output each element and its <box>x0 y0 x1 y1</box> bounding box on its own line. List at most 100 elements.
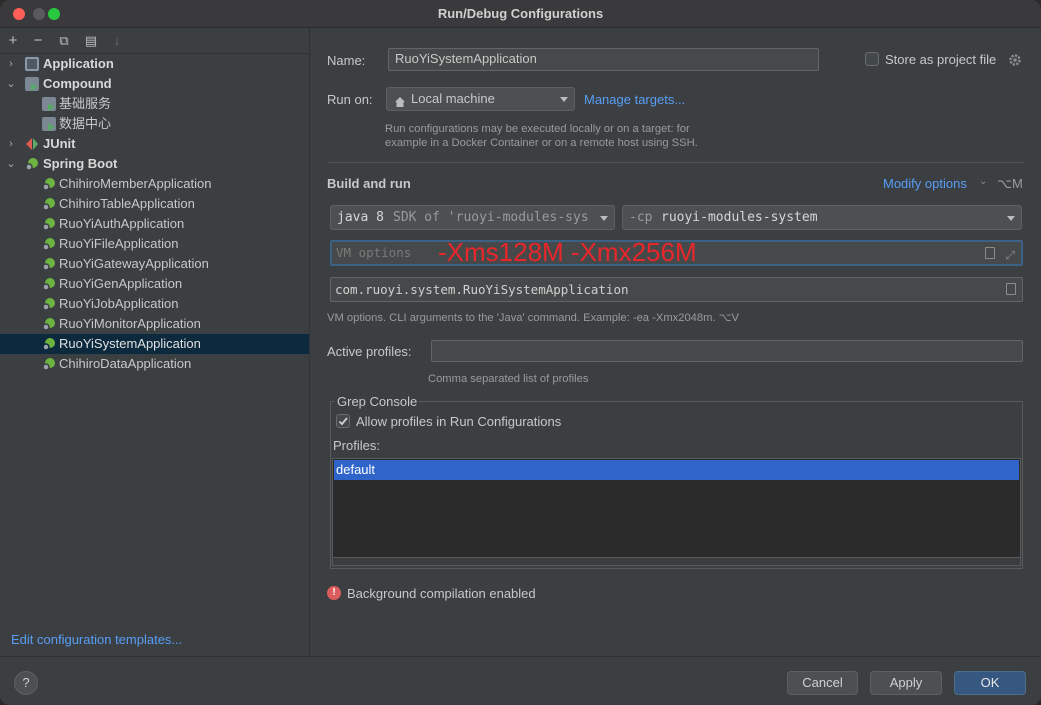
tree-item-spring-boot[interactable]: ChihiroMemberApplication <box>0 174 309 194</box>
main-class-value: com.ruoyi.system.RuoYiSystemApplication <box>335 282 629 297</box>
spring-boot-icon <box>42 297 56 311</box>
jdk-main: java 8 <box>337 210 384 225</box>
tree-label: Spring Boot <box>43 156 118 171</box>
dialog-footer: ? Cancel Apply OK <box>0 656 1041 705</box>
apply-button[interactable]: Apply <box>870 671 942 695</box>
compound-icon <box>42 117 56 131</box>
spring-boot-icon <box>42 277 56 291</box>
tree-item-spring-boot[interactable]: RuoYiAuthApplication <box>0 214 309 234</box>
tree-item-spring-boot[interactable]: ChihiroDataApplication <box>0 354 309 374</box>
add-configuration-button[interactable]: + <box>4 32 22 50</box>
jdk-detail: SDK of 'ruoyi-modules-sys <box>393 210 589 225</box>
run-on-value: Local machine <box>411 91 495 106</box>
home-icon <box>394 94 406 107</box>
chevron-down-icon <box>600 216 608 221</box>
tree-item-compound[interactable]: 基础服务 <box>0 94 309 114</box>
tree-label: ChihiroTableApplication <box>59 196 195 211</box>
store-as-project-file-label: Store as project file <box>885 52 997 67</box>
tree-label: RuoYiJobApplication <box>59 296 179 311</box>
cp-prefix: -cp <box>629 210 653 225</box>
tree-label: RuoYiGenApplication <box>59 276 183 291</box>
help-button[interactable]: ? <box>14 671 38 695</box>
spring-boot-icon <box>42 257 56 271</box>
tree-label: RuoYiGatewayApplication <box>59 256 209 271</box>
tree-group-junit[interactable]: › JUnit <box>0 134 309 154</box>
profile-list-item[interactable]: default <box>334 460 1019 480</box>
run-on-label: Run on: <box>327 92 373 107</box>
active-profiles-label: Active profiles: <box>327 344 412 359</box>
title-bar: Run/Debug Configurations <box>0 0 1041 28</box>
expand-arrow-icon[interactable]: › <box>5 54 17 74</box>
modify-options-link[interactable]: Modify options <box>883 176 967 191</box>
maximize-icon[interactable]: ⤢ <box>1005 244 1015 266</box>
tree-label: Compound <box>43 76 112 91</box>
tree-label: 基础服务 <box>59 96 112 111</box>
cancel-button[interactable]: Cancel <box>787 671 858 695</box>
tree-item-compound[interactable]: 数据中心 <box>0 114 309 134</box>
grep-console-title: Grep Console <box>335 394 420 409</box>
tree-item-spring-boot[interactable]: RuoYiGatewayApplication <box>0 254 309 274</box>
tree-item-spring-boot-selected[interactable]: RuoYiSystemApplication <box>0 334 309 354</box>
active-profiles-input[interactable] <box>431 340 1023 362</box>
edit-configuration-templates-link[interactable]: Edit configuration templates... <box>11 632 182 647</box>
configurations-sidebar: + − ⧉ ▤ ↓ › Application ⌄ Compound 基础服务 <box>0 28 310 656</box>
vm-options-input[interactable]: VM options -Xms128M -Xmx256M ⤢ <box>330 237 1023 267</box>
tree-item-spring-boot[interactable]: RuoYiGenApplication <box>0 274 309 294</box>
expand-arrow-icon[interactable]: › <box>5 134 17 154</box>
collapse-arrow-icon[interactable]: ⌄ <box>5 74 17 94</box>
tree-item-spring-boot[interactable]: RuoYiFileApplication <box>0 234 309 254</box>
spring-boot-icon <box>42 217 56 231</box>
junit-icon <box>25 137 39 151</box>
tree-label: Application <box>43 56 114 71</box>
expand-text-icon[interactable] <box>1006 283 1016 295</box>
background-compilation-warning: Background compilation enabled <box>347 586 536 601</box>
ok-button[interactable]: OK <box>954 671 1026 695</box>
classpath-module-select[interactable]: -cp ruoyi-modules-system <box>622 205 1022 230</box>
chevron-down-icon: ⌄ <box>979 176 988 187</box>
profiles-list[interactable]: default <box>332 458 1021 558</box>
tree-item-spring-boot[interactable]: RuoYiMonitorApplication <box>0 314 309 334</box>
collapse-arrow-icon[interactable]: ⌄ <box>5 154 17 174</box>
tree-group-application[interactable]: › Application <box>0 54 309 74</box>
compound-icon <box>25 77 39 91</box>
gear-icon[interactable] <box>1008 53 1022 67</box>
tree-label: ChihiroDataApplication <box>59 356 192 371</box>
tree-item-spring-boot[interactable]: RuoYiJobApplication <box>0 294 309 314</box>
spring-boot-icon <box>42 197 56 211</box>
sidebar-toolbar: + − ⧉ ▤ ↓ <box>0 28 310 54</box>
run-on-hint-line-1: Run configurations may be executed local… <box>385 123 690 135</box>
main-class-input[interactable]: com.ruoyi.system.RuoYiSystemApplication <box>330 277 1023 302</box>
manage-targets-link[interactable]: Manage targets... <box>584 92 685 107</box>
application-icon <box>25 57 39 71</box>
spring-boot-icon <box>42 237 56 251</box>
build-and-run-title: Build and run <box>327 176 411 191</box>
copy-configuration-button[interactable]: ⧉ <box>55 32 73 50</box>
spring-boot-icon <box>42 317 56 331</box>
sort-configurations-button[interactable]: ↓ <box>108 32 126 50</box>
name-input[interactable]: RuoYiSystemApplication <box>388 48 819 71</box>
vm-options-annotation: -Xms128M -Xmx256M <box>438 237 697 267</box>
store-as-project-file-checkbox[interactable] <box>865 52 879 66</box>
run-on-select[interactable]: Local machine <box>386 87 575 111</box>
profiles-hint: Comma separated list of profiles <box>428 373 589 385</box>
profiles-list-scrollbar[interactable] <box>332 558 1021 566</box>
tree-group-compound[interactable]: ⌄ Compound <box>0 74 309 94</box>
configuration-editor: Name: RuoYiSystemApplication Store as pr… <box>311 28 1041 656</box>
tree-label: RuoYiSystemApplication <box>59 336 201 351</box>
allow-profiles-label: Allow profiles in Run Configurations <box>356 414 562 429</box>
vm-options-hint: VM options. CLI arguments to the 'Java' … <box>327 312 740 324</box>
vm-options-placeholder: VM options <box>336 245 412 260</box>
expand-text-icon[interactable] <box>985 247 995 259</box>
run-debug-configurations-dialog: Run/Debug Configurations + − ⧉ ▤ ↓ › App… <box>0 0 1041 705</box>
error-icon: ! <box>327 586 341 600</box>
name-label: Name: <box>327 53 366 68</box>
tree-group-spring-boot[interactable]: ⌄ Spring Boot <box>0 154 309 174</box>
tree-item-spring-boot[interactable]: ChihiroTableApplication <box>0 194 309 214</box>
remove-configuration-button[interactable]: − <box>29 32 47 50</box>
new-folder-button[interactable]: ▤ <box>82 32 100 50</box>
jdk-select[interactable]: java 8 SDK of 'ruoyi-modules-sys <box>330 205 615 230</box>
allow-profiles-checkbox[interactable] <box>336 414 350 428</box>
profiles-label: Profiles: <box>333 438 380 453</box>
chevron-down-icon <box>1007 216 1015 221</box>
spring-boot-icon <box>25 157 39 171</box>
